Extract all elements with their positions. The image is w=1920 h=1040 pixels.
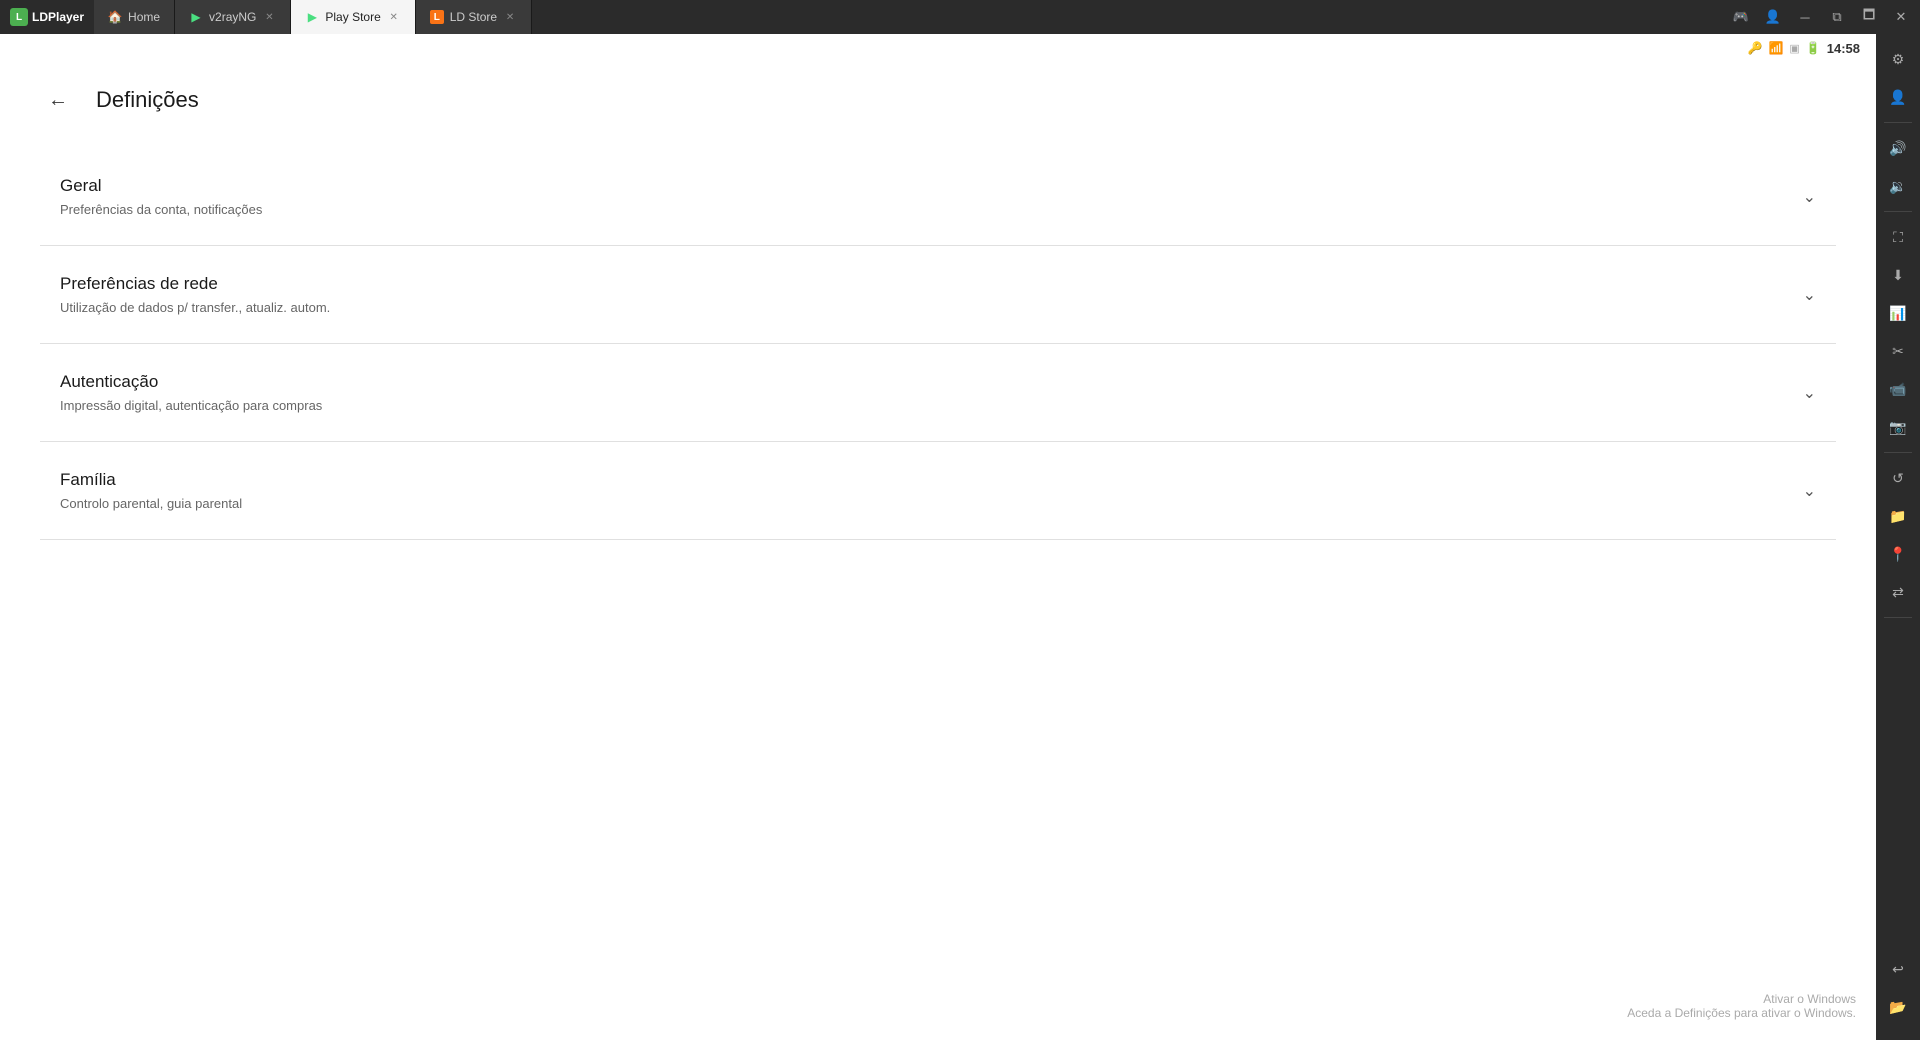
tab-bar: 🏠 Home ▶ v2rayNG ✕ ▶ Play Store ✕ L LD S…	[94, 0, 532, 34]
section-rede-text: Preferências de rede Utilização de dados…	[60, 274, 1783, 315]
sidebar-btn-scissors[interactable]: ✂	[1881, 334, 1915, 368]
section-familia-title: Família	[60, 470, 1783, 490]
sidebar-btn-volume-down[interactable]: 🔉	[1881, 169, 1915, 203]
section-geral-subtitle: Preferências da conta, notificações	[60, 202, 1783, 217]
sidebar-btn-fullscreen[interactable]: ⛶	[1881, 220, 1915, 254]
sidebar-btn-refresh[interactable]: ↺	[1881, 461, 1915, 495]
battery-icon: 🔋	[1806, 41, 1821, 55]
tab-v2rayng-close[interactable]: ✕	[262, 10, 276, 24]
main-area: 🔑 📶 ▣ 🔋 14:58 ← Definições Geral Preferê…	[0, 34, 1920, 1040]
status-time: 14:58	[1827, 41, 1860, 56]
section-rede-subtitle: Utilização de dados p/ transfer., atuali…	[60, 300, 1783, 315]
section-familia-subtitle: Controlo parental, guia parental	[60, 496, 1783, 511]
chevron-rede-icon: ⌄	[1803, 285, 1816, 305]
no-signal-icon: ▣	[1789, 42, 1799, 55]
windows-watermark: Ativar o Windows Aceda a Definições para…	[1627, 992, 1856, 1020]
btn-restore[interactable]: ⧉	[1822, 2, 1852, 32]
v2ray-icon: ▶	[189, 10, 203, 24]
logo-icon: L	[10, 8, 28, 26]
titlebar: L LDPlayer 🏠 Home ▶ v2rayNG ✕ ▶ Play Sto…	[0, 0, 1920, 34]
tab-playstore-close[interactable]: ✕	[387, 10, 401, 24]
app-logo: L LDPlayer	[8, 8, 94, 26]
tab-home[interactable]: 🏠 Home	[94, 0, 175, 34]
btn-close[interactable]: ✕	[1886, 2, 1916, 32]
sidebar-divider-2	[1884, 211, 1912, 212]
sidebar-btn-user[interactable]: 👤	[1881, 80, 1915, 114]
section-familia-text: Família Controlo parental, guia parental	[60, 470, 1783, 511]
sidebar-btn-location[interactable]: 📍	[1881, 537, 1915, 571]
sidebar-btn-video[interactable]: 📹	[1881, 372, 1915, 406]
vpn-icon: 🔑	[1747, 41, 1762, 55]
sidebar-btn-folder2[interactable]: 📂	[1881, 990, 1915, 1024]
back-button[interactable]: ←	[40, 82, 76, 118]
sidebar-btn-download[interactable]: ⬇	[1881, 258, 1915, 292]
sidebar-btn-share[interactable]: ⇄	[1881, 575, 1915, 609]
home-icon: 🏠	[108, 10, 122, 24]
settings-page: ← Definições Geral Preferências da conta…	[0, 62, 1876, 1040]
chevron-autenticacao-icon: ⌄	[1803, 383, 1816, 403]
chevron-familia-icon: ⌄	[1803, 481, 1816, 501]
sidebar-btn-back[interactable]: ↩	[1881, 952, 1915, 986]
sidebar-btn-volume-up[interactable]: 🔊	[1881, 131, 1915, 165]
btn-maximize[interactable]: 🗖	[1854, 2, 1884, 32]
tab-v2rayng-label: v2rayNG	[209, 10, 256, 24]
playstore-icon: ▶	[305, 10, 319, 24]
section-autenticacao-text: Autenticação Impressão digital, autentic…	[60, 372, 1783, 413]
sidebar-divider-4	[1884, 617, 1912, 618]
section-autenticacao-title: Autenticação	[60, 372, 1783, 392]
section-rede-title: Preferências de rede	[60, 274, 1783, 294]
tab-playstore[interactable]: ▶ Play Store ✕	[291, 0, 415, 34]
section-geral-text: Geral Preferências da conta, notificaçõe…	[60, 176, 1783, 217]
tab-v2rayng[interactable]: ▶ v2rayNG ✕	[175, 0, 291, 34]
settings-header: ← Definições	[40, 82, 1836, 118]
android-screen: 🔑 📶 ▣ 🔋 14:58 ← Definições Geral Preferê…	[0, 34, 1876, 1040]
chevron-geral-icon: ⌄	[1803, 187, 1816, 207]
sidebar-divider-3	[1884, 452, 1912, 453]
btn-minimize[interactable]: ─	[1790, 2, 1820, 32]
btn-gamepad[interactable]: 🎮	[1726, 2, 1756, 32]
tab-playstore-label: Play Store	[325, 10, 380, 24]
tab-home-label: Home	[128, 10, 160, 24]
section-autenticacao-subtitle: Impressão digital, autenticação para com…	[60, 398, 1783, 413]
watermark-line2: Aceda a Definições para ativar o Windows…	[1627, 1006, 1856, 1020]
section-geral-title: Geral	[60, 176, 1783, 196]
tab-ldstore-label: LD Store	[450, 10, 497, 24]
sidebar-btn-chart[interactable]: 📊	[1881, 296, 1915, 330]
section-geral[interactable]: Geral Preferências da conta, notificaçõe…	[40, 148, 1836, 246]
section-autenticacao[interactable]: Autenticação Impressão digital, autentic…	[40, 344, 1836, 442]
sidebar-btn-settings[interactable]: ⚙	[1881, 42, 1915, 76]
section-rede[interactable]: Preferências de rede Utilização de dados…	[40, 246, 1836, 344]
status-icons: 🔑 📶 ▣ 🔋 14:58	[1747, 41, 1860, 56]
android-status-bar: 🔑 📶 ▣ 🔋 14:58	[0, 34, 1876, 62]
tab-ldstore[interactable]: L LD Store ✕	[416, 0, 532, 34]
page-title: Definições	[96, 87, 199, 113]
window-controls: 🎮 👤 ─ ⧉ 🗖 ✕	[1726, 2, 1920, 32]
sidebar-bottom: ↩ 📂	[1881, 952, 1915, 1032]
wifi-icon: 📶	[1768, 41, 1783, 55]
sidebar-btn-folder[interactable]: 📁	[1881, 499, 1915, 533]
sidebar-divider-1	[1884, 122, 1912, 123]
watermark-line1: Ativar o Windows	[1627, 992, 1856, 1006]
ldstore-icon: L	[430, 10, 444, 24]
tab-ldstore-close[interactable]: ✕	[503, 10, 517, 24]
btn-user-profile[interactable]: 👤	[1758, 2, 1788, 32]
sidebar-btn-camera[interactable]: 📷	[1881, 410, 1915, 444]
section-familia[interactable]: Família Controlo parental, guia parental…	[40, 442, 1836, 540]
logo-text: LDPlayer	[32, 10, 84, 24]
right-sidebar: ⚙ 👤 🔊 🔉 ⛶ ⬇ 📊 ✂ 📹 📷 ↺ 📁 📍 ⇄ ↩ 📂	[1876, 34, 1920, 1040]
